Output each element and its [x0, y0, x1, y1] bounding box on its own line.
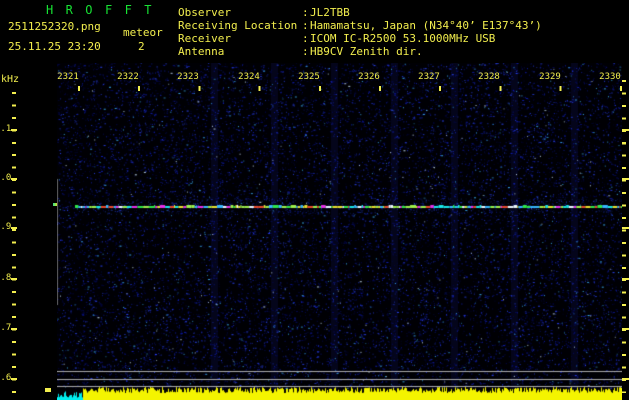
- freq-tick-label: 1.0: [0, 173, 12, 183]
- info-value: JL2TBB: [310, 6, 350, 19]
- time-tick-label: 2322: [117, 72, 139, 82]
- info-label: Observer: [178, 6, 231, 19]
- time-tick-label: 2330: [599, 72, 621, 82]
- time-tick-label: 2325: [298, 72, 320, 82]
- time-tick-label: 2324: [238, 72, 260, 82]
- info-value: HB9CV Zenith dir.: [310, 45, 423, 58]
- time-tick-label: 2321: [57, 72, 79, 82]
- info-label: Receiver: [178, 32, 231, 45]
- spectrogram-canvas: [57, 63, 622, 400]
- output-filename: 2511252320.png: [8, 20, 101, 33]
- app-title: H R O F F T: [46, 3, 155, 17]
- freq-tick-label: 1.1: [0, 124, 12, 134]
- hrofft-screenshot: H R O F F T 2511252320.png meteor 25.11.…: [0, 0, 629, 400]
- info-colon: :: [302, 32, 309, 45]
- freq-tick-label: 0.7: [0, 323, 12, 333]
- info-colon: :: [302, 19, 309, 32]
- time-axis-ticks: [78, 86, 624, 91]
- datetime-label: 25.11.25 23:20: [8, 40, 101, 53]
- carrier-start-dot: [53, 203, 57, 206]
- freq-tick-label: 0.9: [0, 222, 12, 232]
- info-value: Hamamatsu, Japan (N34°40’ E137°43’): [310, 19, 542, 32]
- info-colon: :: [302, 6, 309, 19]
- time-tick-label: 2327: [418, 72, 440, 82]
- freq-tick-label: 0.6: [0, 373, 12, 383]
- info-row-location: Receiving Location: Hamamatsu, Japan (N34…: [178, 19, 542, 32]
- station-info: Observer: JL2TBB Receiving Location: Hamam…: [178, 6, 542, 58]
- mode-label: meteor: [123, 26, 163, 39]
- freq-tick-label: 0.8: [0, 273, 12, 283]
- time-tick-label: 2323: [177, 72, 199, 82]
- info-label: Antenna: [178, 45, 225, 58]
- freq-minor-ticks-right: [622, 80, 626, 393]
- freq-axis-unit: kHz: [1, 74, 20, 85]
- freq-minor-ticks: [12, 92, 16, 393]
- info-label: Receiving Location: [178, 19, 298, 32]
- time-tick-label: 2329: [539, 72, 561, 82]
- info-row-antenna: Antenna: HB9CV Zenith dir.: [178, 45, 542, 58]
- info-row-observer: Observer: JL2TBB: [178, 6, 542, 19]
- level-scale-tick: [45, 388, 51, 392]
- meteor-count: 2: [138, 40, 145, 53]
- time-tick-label: 2326: [358, 72, 380, 82]
- time-tick-label: 2328: [478, 72, 500, 82]
- info-colon: :: [302, 45, 309, 58]
- info-value: ICOM IC-R2500 53.1000MHz USB: [310, 32, 496, 45]
- info-row-receiver: Receiver: ICOM IC-R2500 53.1000MHz USB: [178, 32, 542, 45]
